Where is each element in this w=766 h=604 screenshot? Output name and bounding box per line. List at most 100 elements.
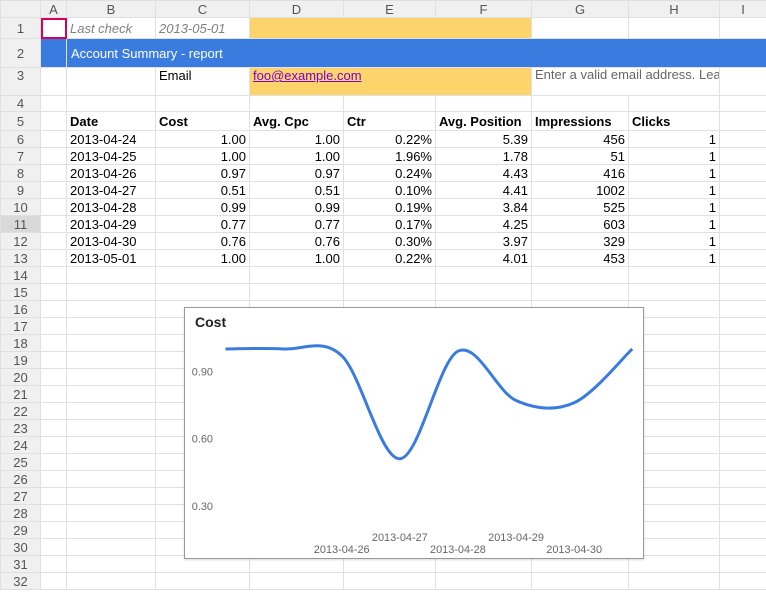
cell-32-1[interactable] (67, 573, 156, 590)
cell-21-0[interactable] (41, 386, 67, 403)
cell-email-label[interactable]: Email (156, 68, 250, 96)
cell-clicks-8[interactable]: 1 (629, 165, 720, 182)
cell-I13[interactable] (720, 250, 766, 267)
cell-cost-8[interactable]: 0.97 (156, 165, 250, 182)
row-header-9[interactable]: 9 (1, 182, 41, 199)
cell-30-0[interactable] (41, 539, 67, 556)
cell-32-3[interactable] (250, 573, 344, 590)
cell-32-4[interactable] (344, 573, 436, 590)
row-header-15[interactable]: 15 (1, 284, 41, 301)
cell-26-0[interactable] (41, 471, 67, 488)
cell-clicks-10[interactable]: 1 (629, 199, 720, 216)
cell-A2[interactable] (41, 39, 67, 68)
cell-cost-11[interactable]: 0.77 (156, 216, 250, 233)
cell-14-5[interactable] (436, 267, 532, 284)
cell-20-8[interactable] (720, 369, 766, 386)
col-header-A[interactable]: A (41, 1, 67, 18)
cell-cost-13[interactable]: 1.00 (156, 250, 250, 267)
cell-r4-2[interactable] (156, 96, 250, 112)
cell-I3[interactable] (720, 68, 766, 96)
row-header-13[interactable]: 13 (1, 250, 41, 267)
cell-A7[interactable] (41, 148, 67, 165)
row-header-31[interactable]: 31 (1, 556, 41, 573)
cell-cost-12[interactable]: 0.76 (156, 233, 250, 250)
cell-27-0[interactable] (41, 488, 67, 505)
row-header-28[interactable]: 28 (1, 505, 41, 522)
cell-24-0[interactable] (41, 437, 67, 454)
cell-I10[interactable] (720, 199, 766, 216)
select-all-corner[interactable] (1, 1, 41, 18)
cell-last-check-date[interactable]: 2013-05-01 (156, 18, 250, 39)
cell-impr-13[interactable]: 453 (532, 250, 629, 267)
cell-impr-8[interactable]: 416 (532, 165, 629, 182)
col-header-D[interactable]: D (250, 1, 344, 18)
cell-date-12[interactable]: 2013-04-30 (67, 233, 156, 250)
cell-r4-8[interactable] (720, 96, 766, 112)
cell-ctr-11[interactable]: 0.17% (344, 216, 436, 233)
cell-cost-10[interactable]: 0.99 (156, 199, 250, 216)
cell-avgpos-12[interactable]: 3.97 (436, 233, 532, 250)
cell-impr-10[interactable]: 525 (532, 199, 629, 216)
cell-title[interactable]: Account Summary - report (67, 39, 766, 68)
hdr-cost[interactable]: Cost (156, 112, 250, 131)
row-header-26[interactable]: 26 (1, 471, 41, 488)
cell-clicks-7[interactable]: 1 (629, 148, 720, 165)
row-header-7[interactable]: 7 (1, 148, 41, 165)
cell-A13[interactable] (41, 250, 67, 267)
row-header-29[interactable]: 29 (1, 522, 41, 539)
cell-30-1[interactable] (67, 539, 156, 556)
cell-14-2[interactable] (156, 267, 250, 284)
cell-avgpos-9[interactable]: 4.41 (436, 182, 532, 199)
cell-19-1[interactable] (67, 352, 156, 369)
row-header-24[interactable]: 24 (1, 437, 41, 454)
col-header-F[interactable]: F (436, 1, 532, 18)
cell-31-1[interactable] (67, 556, 156, 573)
cell-28-1[interactable] (67, 505, 156, 522)
cell-I5[interactable] (720, 112, 766, 131)
hdr-avgcpc[interactable]: Avg. Cpc (250, 112, 344, 131)
row-header-10[interactable]: 10 (1, 199, 41, 216)
cell-23-8[interactable] (720, 420, 766, 437)
cell-16-0[interactable] (41, 301, 67, 318)
row-header-11[interactable]: 11 (1, 216, 41, 233)
cell-I9[interactable] (720, 182, 766, 199)
row-header-16[interactable]: 16 (1, 301, 41, 318)
row-header-19[interactable]: 19 (1, 352, 41, 369)
cell-24-1[interactable] (67, 437, 156, 454)
cell-avgpos-7[interactable]: 1.78 (436, 148, 532, 165)
cell-22-8[interactable] (720, 403, 766, 420)
cell-15-6[interactable] (532, 284, 629, 301)
row-header-14[interactable]: 14 (1, 267, 41, 284)
cell-27-1[interactable] (67, 488, 156, 505)
row-header-12[interactable]: 12 (1, 233, 41, 250)
cell-ctr-10[interactable]: 0.19% (344, 199, 436, 216)
cell-G1[interactable] (532, 18, 629, 39)
cell-25-0[interactable] (41, 454, 67, 471)
cell-ctr-7[interactable]: 1.96% (344, 148, 436, 165)
cell-A5[interactable] (41, 112, 67, 131)
cell-ctr-13[interactable]: 0.22% (344, 250, 436, 267)
cell-A12[interactable] (41, 233, 67, 250)
cell-avgcpc-11[interactable]: 0.77 (250, 216, 344, 233)
cell-ctr-12[interactable]: 0.30% (344, 233, 436, 250)
cell-26-1[interactable] (67, 471, 156, 488)
cell-cost-6[interactable]: 1.00 (156, 131, 250, 148)
cell-B3[interactable] (67, 68, 156, 96)
cell-ctr-8[interactable]: 0.24% (344, 165, 436, 182)
cell-14-0[interactable] (41, 267, 67, 284)
cell-29-0[interactable] (41, 522, 67, 539)
cell-r4-5[interactable] (436, 96, 532, 112)
cell-I12[interactable] (720, 233, 766, 250)
cell-17-8[interactable] (720, 318, 766, 335)
cell-24-8[interactable] (720, 437, 766, 454)
cell-14-1[interactable] (67, 267, 156, 284)
cell-15-5[interactable] (436, 284, 532, 301)
cell-20-1[interactable] (67, 369, 156, 386)
cell-clicks-9[interactable]: 1 (629, 182, 720, 199)
cell-ctr-9[interactable]: 0.10% (344, 182, 436, 199)
cell-A8[interactable] (41, 165, 67, 182)
cell-cost-9[interactable]: 0.51 (156, 182, 250, 199)
cell-clicks-12[interactable]: 1 (629, 233, 720, 250)
row-header-20[interactable]: 20 (1, 369, 41, 386)
row-header-25[interactable]: 25 (1, 454, 41, 471)
